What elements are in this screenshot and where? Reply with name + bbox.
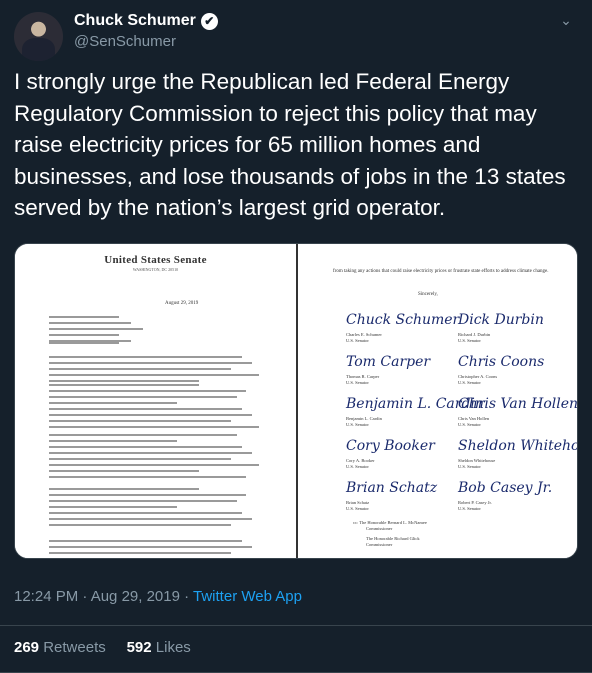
retweets-stat[interactable]: 269 Retweets bbox=[14, 639, 106, 656]
signer-title: U.S. Senator bbox=[458, 422, 481, 427]
signer-title: U.S. Senator bbox=[346, 338, 369, 343]
letter-text-line bbox=[49, 470, 199, 472]
letter-text-line bbox=[49, 488, 199, 490]
signature-mark: Tom Carper bbox=[346, 354, 431, 370]
letter-text-line bbox=[49, 380, 199, 382]
letter-text-line bbox=[49, 446, 242, 448]
tweet-text: I strongly urge the Republican led Feder… bbox=[14, 69, 566, 220]
signer-title: U.S. Senator bbox=[346, 464, 369, 469]
letter-text-line bbox=[49, 540, 242, 542]
letter-date: August 29, 2019 bbox=[165, 301, 199, 306]
letter-text-line bbox=[49, 426, 259, 428]
tweet-meta: 12:24 PM · Aug 29, 2019 · Twitter Web Ap… bbox=[14, 588, 302, 605]
letter-text-line bbox=[49, 390, 246, 392]
letter-text-line bbox=[49, 396, 237, 398]
retweets-label: Retweets bbox=[43, 639, 106, 656]
likes-stat[interactable]: 592 Likes bbox=[127, 639, 191, 656]
letter-text-line bbox=[49, 414, 252, 416]
letter-text-line bbox=[49, 546, 252, 548]
retweets-count: 269 bbox=[14, 639, 40, 656]
signer-title: U.S. Senator bbox=[458, 338, 481, 343]
letter-text-line bbox=[49, 334, 119, 336]
divider bbox=[0, 625, 592, 626]
letter-closing: Sincerely, bbox=[418, 292, 438, 297]
cc-title-2: Commissioner bbox=[366, 542, 393, 547]
letter-text-line bbox=[49, 524, 231, 526]
signer-title: U.S. Senator bbox=[458, 506, 481, 511]
signer-title: U.S. Senator bbox=[346, 422, 369, 427]
likes-label: Likes bbox=[155, 639, 191, 656]
signer-title: U.S. Senator bbox=[346, 506, 369, 511]
letter-text-line bbox=[49, 384, 199, 386]
letter-text-line bbox=[49, 356, 242, 358]
avatar[interactable] bbox=[14, 12, 63, 61]
letter-text-line bbox=[49, 440, 177, 442]
letter-text-line bbox=[49, 316, 119, 318]
letter-text-line bbox=[49, 322, 131, 324]
chevron-down-icon[interactable]: ⌄ bbox=[556, 12, 576, 29]
signature-mark: Dick Durbin bbox=[458, 312, 544, 328]
tweet-source-link[interactable]: Twitter Web App bbox=[193, 588, 302, 605]
letter-heading: United States Senate bbox=[104, 254, 207, 266]
signature-mark: Cory Booker bbox=[346, 438, 435, 454]
letter-text-line bbox=[49, 420, 231, 422]
letter-page-left: United States Senate WASHINGTON, DC 2051… bbox=[15, 244, 296, 558]
author-names: Chuck Schumer ✔ @SenSchumer bbox=[74, 12, 218, 50]
verified-badge-icon: ✔ bbox=[200, 12, 218, 30]
letter-right-text: from taking any actions that could raise… bbox=[333, 269, 549, 274]
tweet-timestamp[interactable]: 12:24 PM · Aug 29, 2019 · bbox=[14, 588, 193, 605]
letter-text-line bbox=[49, 452, 252, 454]
letter-text-line bbox=[49, 494, 246, 496]
signature-mark: Chuck Schumer bbox=[346, 312, 460, 328]
letter-text-line bbox=[49, 500, 237, 502]
letter-text-line bbox=[49, 552, 231, 554]
cc-title-1: Commissioner bbox=[366, 526, 393, 531]
letter-text-line bbox=[49, 342, 119, 344]
tweet-header: Chuck Schumer ✔ @SenSchumer ⌄ bbox=[14, 8, 578, 68]
letter-text-line bbox=[49, 476, 246, 478]
letter-text-line bbox=[49, 374, 259, 376]
letter-text-line bbox=[49, 402, 177, 404]
tweet-image[interactable]: United States Senate WASHINGTON, DC 2051… bbox=[14, 243, 578, 559]
letter-text-line bbox=[49, 328, 143, 330]
signature-mark: Brian Schatz bbox=[346, 480, 438, 496]
letter-subheading: WASHINGTON, DC 20510 bbox=[132, 267, 179, 272]
letter-text-line bbox=[49, 368, 231, 370]
letter-text-line bbox=[49, 506, 177, 508]
likes-count: 592 bbox=[126, 639, 152, 656]
display-name-text[interactable]: Chuck Schumer bbox=[74, 12, 196, 30]
letter-text-line bbox=[49, 434, 237, 436]
letter-page-right: from taking any actions that could raise… bbox=[298, 244, 578, 558]
signature-mark: Chris Van Hollen bbox=[458, 396, 578, 412]
signer-title: U.S. Senator bbox=[458, 380, 481, 385]
letter-text-line bbox=[49, 518, 252, 520]
letter-text-line bbox=[49, 362, 252, 364]
letter-text-line bbox=[49, 458, 231, 460]
author-handle[interactable]: @SenSchumer bbox=[74, 33, 218, 50]
signature-mark: Bob Casey Jr. bbox=[458, 480, 553, 496]
signer-title: U.S. Senator bbox=[346, 380, 369, 385]
signer-title: U.S. Senator bbox=[458, 464, 481, 469]
signature-mark: Sheldon Whitehouse bbox=[458, 438, 578, 454]
signature-mark: Chris Coons bbox=[458, 354, 545, 370]
letter-text-line bbox=[49, 464, 259, 466]
letter-text-line bbox=[49, 512, 242, 514]
tweet-stats: 269 Retweets 592 Likes bbox=[14, 639, 191, 656]
author-display-name[interactable]: Chuck Schumer ✔ bbox=[74, 12, 218, 30]
letter-text-line bbox=[49, 408, 242, 410]
